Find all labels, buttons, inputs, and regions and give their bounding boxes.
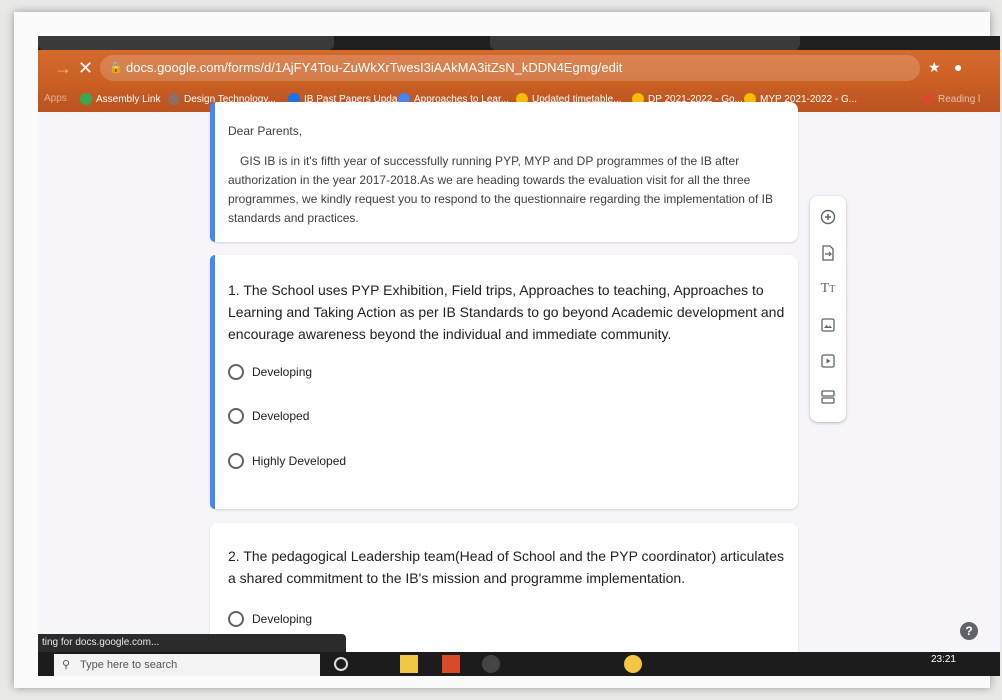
reading-list-icon xyxy=(922,93,934,105)
weather-icon[interactable] xyxy=(624,655,642,673)
add-question-icon[interactable] xyxy=(810,202,846,232)
add-title-icon[interactable]: TT xyxy=(810,274,846,304)
description-greeting: Dear Parents, xyxy=(228,124,303,138)
tab-strip xyxy=(38,36,1000,50)
back-icon[interactable]: → xyxy=(54,59,72,77)
add-image-icon[interactable] xyxy=(810,310,846,340)
description-body: GIS IB is in it's fifth year of successf… xyxy=(228,154,773,225)
lock-icon: 🔒 xyxy=(109,62,123,74)
form-toolbar: TT xyxy=(810,196,846,422)
address-bar: → ✕ 🔒 docs.google.com/forms/d/1AjFY4Tou-… xyxy=(38,50,1000,88)
browser-tab[interactable] xyxy=(38,36,334,50)
bookmark-favicon xyxy=(80,93,92,105)
bookmark-favicon xyxy=(168,93,180,105)
radio-button[interactable] xyxy=(228,364,244,380)
clock[interactable]: 23:21 xyxy=(931,654,956,665)
question-title: 2. The pedagogical Leadership team(Head … xyxy=(228,548,784,586)
question-title: 1. The School uses PYP Exhibition, Field… xyxy=(228,282,785,342)
import-questions-icon[interactable] xyxy=(810,238,846,268)
url-field[interactable]: 🔒 docs.google.com/forms/d/1AjFY4Tou-ZuWk… xyxy=(100,55,920,81)
add-video-icon[interactable] xyxy=(810,346,846,376)
help-icon[interactable]: ? xyxy=(960,622,978,640)
extension-icon[interactable]: ● xyxy=(954,59,962,75)
option-developing[interactable]: Developing xyxy=(228,611,312,627)
option-highly-developed[interactable]: Highly Developed xyxy=(228,453,346,469)
taskbar: ⚲ Type here to search 23:21 xyxy=(38,652,1000,676)
option-developing[interactable]: Developing xyxy=(228,364,312,380)
form-page: Dear Parents, GIS IB is in it's fifth ye… xyxy=(38,102,1000,676)
status-bar: ting for docs.google.com... xyxy=(38,634,346,652)
search-icon: ⚲ xyxy=(62,659,71,671)
form-description-card[interactable]: Dear Parents, GIS IB is in it's fifth ye… xyxy=(210,102,798,242)
file-explorer-icon[interactable] xyxy=(400,655,418,673)
chrome-icon[interactable] xyxy=(482,655,500,673)
add-section-icon[interactable] xyxy=(810,382,846,412)
radio-button[interactable] xyxy=(228,453,244,469)
browser-tab[interactable] xyxy=(490,36,800,50)
question-card-1[interactable]: 1. The School uses PYP Exhibition, Field… xyxy=(210,255,798,509)
stop-icon[interactable]: ✕ xyxy=(78,59,93,77)
taskbar-search[interactable]: ⚲ Type here to search xyxy=(54,654,320,676)
bookmark-item[interactable]: Assembly Link xyxy=(80,93,160,105)
screen: → ✕ 🔒 docs.google.com/forms/d/1AjFY4Tou-… xyxy=(38,36,1000,676)
bookmark-star-icon[interactable]: ★ xyxy=(928,59,941,76)
bookmark-apps[interactable]: Apps xyxy=(44,93,67,104)
cortana-icon[interactable] xyxy=(334,657,348,671)
option-developed[interactable]: Developed xyxy=(228,408,309,424)
radio-button[interactable] xyxy=(228,408,244,424)
office-icon[interactable] xyxy=(442,655,460,673)
reading-list[interactable]: Reading l xyxy=(922,93,980,105)
radio-button[interactable] xyxy=(228,611,244,627)
url-text: docs.google.com/forms/d/1AjFY4Tou-ZuWkXr… xyxy=(126,60,623,75)
